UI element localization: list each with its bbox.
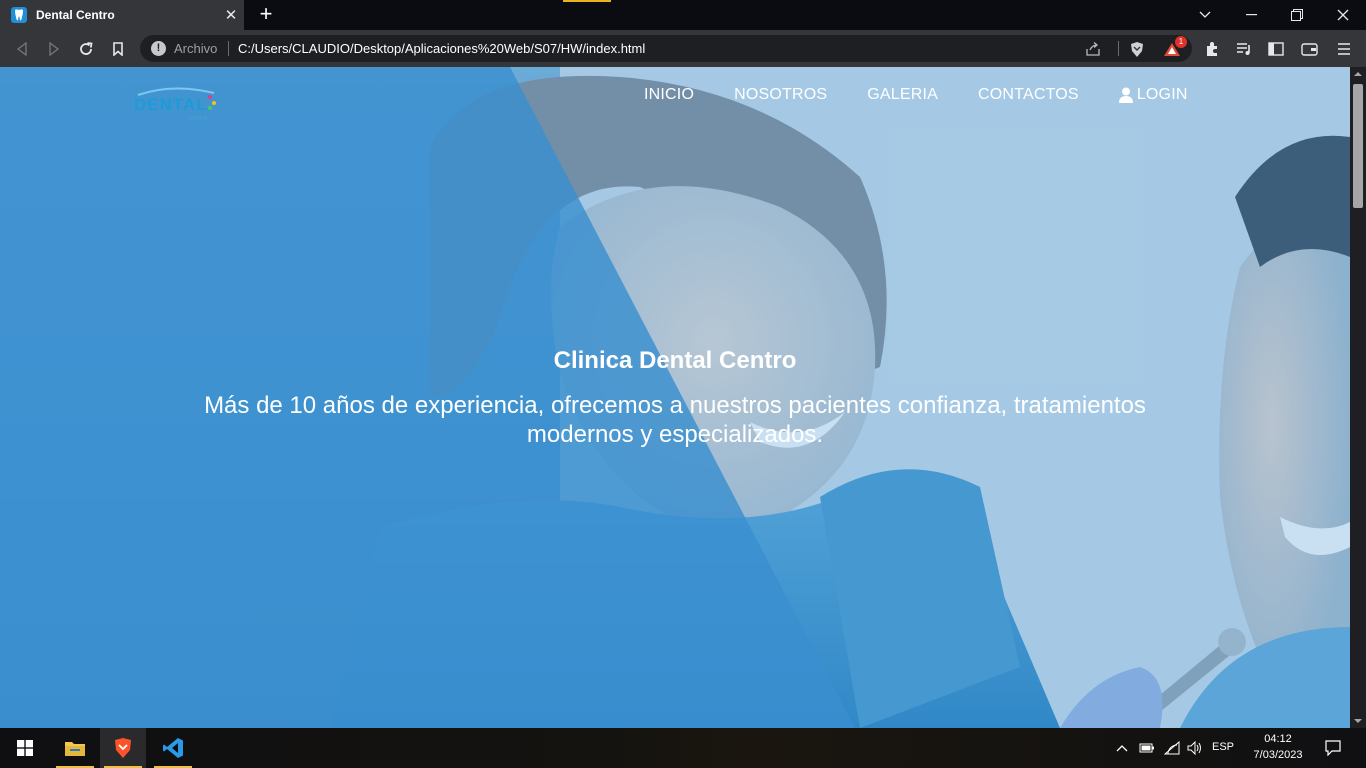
brave-taskbar-button[interactable]	[100, 728, 146, 768]
browser-tab[interactable]: Dental Centro ✕	[0, 0, 244, 30]
nav-inicio[interactable]: INICIO	[644, 86, 694, 104]
main-nav: INICIO NOSOTROS GALERIA CONTACTOS LOGIN	[644, 86, 1188, 104]
file-explorer-button[interactable]	[52, 728, 98, 768]
tooth-icon	[11, 7, 27, 23]
page-scrollbar[interactable]	[1350, 67, 1366, 728]
extensions-icon[interactable]	[1201, 38, 1223, 60]
wallet-icon[interactable]	[1298, 38, 1320, 60]
back-icon[interactable]	[9, 36, 35, 62]
new-tab-button[interactable]: +	[254, 3, 278, 27]
vscode-icon	[163, 738, 183, 758]
notification-badge: 1	[1175, 36, 1187, 48]
address-bar[interactable]: ! Archivo C:/Users/CLAUDIO/Desktop/Aplic…	[140, 35, 1192, 62]
reload-icon[interactable]	[73, 36, 99, 62]
restore-icon[interactable]	[1274, 0, 1320, 30]
language-indicator[interactable]: ESP	[1212, 741, 1234, 753]
brave-icon	[115, 738, 131, 758]
battery-icon[interactable]	[1136, 728, 1158, 768]
vscode-taskbar-button[interactable]	[150, 728, 196, 768]
sidebar-icon[interactable]	[1265, 38, 1287, 60]
bookmark-icon[interactable]	[105, 36, 131, 62]
clock-date: 7/03/2023	[1253, 749, 1303, 761]
system-clock[interactable]: 04:12 7/03/2023	[1248, 731, 1308, 763]
windows-taskbar: ESP 04:12 7/03/2023	[0, 728, 1366, 768]
wifi-icon[interactable]	[1160, 728, 1184, 768]
logo-subtext: centro	[188, 115, 208, 122]
clock-time: 04:12	[1264, 733, 1292, 745]
nav-galeria[interactable]: GALERIA	[867, 86, 938, 104]
notifications-icon[interactable]	[1318, 728, 1348, 768]
volume-icon[interactable]	[1184, 728, 1206, 768]
tab-drag-indicator	[563, 0, 611, 2]
close-window-icon[interactable]	[1320, 0, 1366, 30]
tab-close-icon[interactable]: ✕	[218, 6, 244, 24]
page-viewport: DENTAL centro INICIO NOSOTROS GALERIA CO…	[0, 67, 1366, 728]
folder-icon	[65, 742, 85, 756]
menu-icon[interactable]	[1333, 38, 1355, 60]
brave-shields-icon[interactable]	[1127, 39, 1147, 59]
omnibox-divider-2	[1118, 41, 1119, 56]
tray-overflow-icon[interactable]	[1112, 728, 1132, 768]
omnibox-divider	[228, 41, 229, 56]
tab-search-icon[interactable]	[1182, 0, 1228, 30]
scroll-up-icon[interactable]	[1353, 69, 1363, 79]
playlist-icon[interactable]	[1233, 38, 1255, 60]
hero-title: Clinica Dental Centro	[553, 347, 797, 374]
windows-icon	[17, 740, 33, 756]
browser-tab-strip: Dental Centro ✕ +	[0, 0, 1366, 30]
brave-rewards-icon[interactable]: 1	[1162, 36, 1187, 59]
minimize-icon[interactable]	[1228, 0, 1274, 30]
start-button[interactable]	[2, 728, 48, 768]
file-scheme-label: Archivo	[174, 41, 218, 56]
nav-nosotros[interactable]: NOSOTROS	[734, 86, 827, 104]
site-logo[interactable]: DENTAL centro	[132, 81, 222, 125]
share-icon[interactable]	[1083, 39, 1103, 59]
nav-login[interactable]: LOGIN	[1118, 86, 1188, 104]
browser-toolbar: ! Archivo C:/Users/CLAUDIO/Desktop/Aplic…	[0, 30, 1366, 67]
tab-title: Dental Centro	[36, 8, 115, 22]
nav-login-label: LOGIN	[1136, 86, 1188, 103]
logo-text: DENTAL	[134, 95, 208, 114]
forward-icon[interactable]	[41, 36, 67, 62]
scroll-down-icon[interactable]	[1353, 716, 1363, 726]
site-info-icon[interactable]: !	[151, 41, 166, 56]
scroll-thumb[interactable]	[1353, 84, 1363, 208]
hero-subtitle: Más de 10 años de experiencia, ofrecemos…	[204, 392, 1146, 448]
user-icon	[1118, 87, 1133, 103]
url-text[interactable]: C:/Users/CLAUDIO/Desktop/Aplicaciones%20…	[238, 41, 645, 56]
nav-contactos[interactable]: CONTACTOS	[978, 86, 1079, 104]
